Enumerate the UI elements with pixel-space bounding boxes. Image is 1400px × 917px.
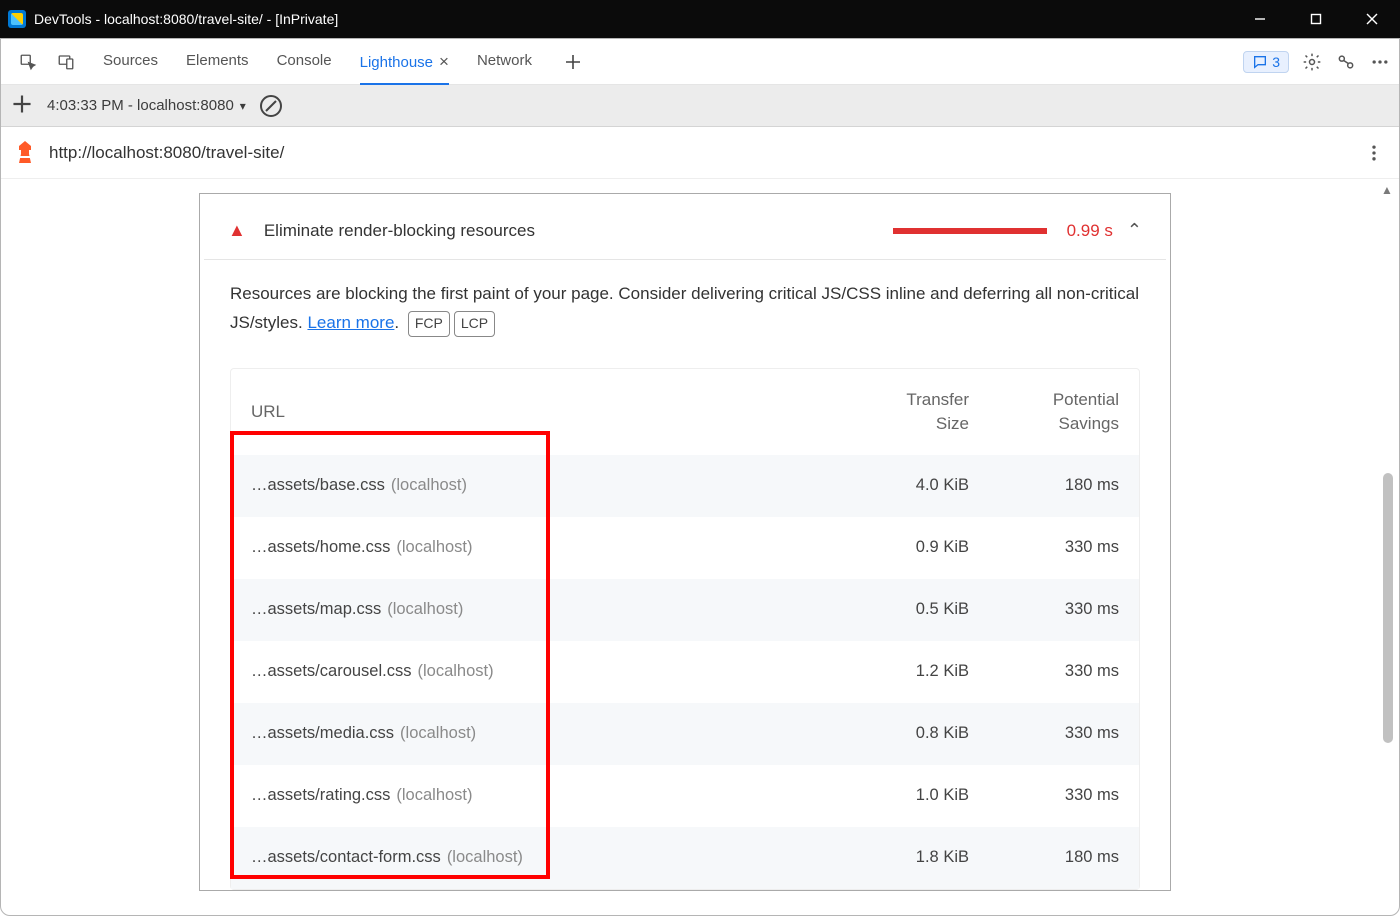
window-controls	[1232, 0, 1400, 38]
panel-tabs: Sources Elements Console Lighthouse× Network	[103, 40, 532, 84]
audit-description: Resources are blocking the first paint o…	[200, 260, 1170, 358]
metric-badge-fcp: FCP	[408, 311, 450, 337]
table-row[interactable]: …assets/media.css(localhost)0.8 KiB330 m…	[231, 703, 1139, 765]
tab-network[interactable]: Network	[477, 40, 532, 84]
tab-sources[interactable]: Sources	[103, 40, 158, 84]
lighthouse-logo-icon	[15, 141, 35, 165]
close-button[interactable]	[1344, 0, 1400, 38]
feedback-count: 3	[1272, 54, 1280, 70]
vertical-scrollbar[interactable]: ▲	[1377, 179, 1397, 915]
resource-url: …assets/rating.css(localhost)	[251, 786, 839, 805]
tab-console[interactable]: Console	[277, 40, 332, 84]
chevron-up-icon: ⌃	[1127, 220, 1142, 241]
device-toggle-icon[interactable]	[51, 47, 81, 77]
table-row[interactable]: …assets/home.css(localhost)0.9 KiB330 ms	[231, 517, 1139, 579]
transfer-size: 0.9 KiB	[839, 538, 969, 557]
scrollbar-thumb[interactable]	[1383, 473, 1393, 743]
window-title: DevTools - localhost:8080/travel-site/ -…	[34, 11, 338, 27]
table-row[interactable]: …assets/base.css(localhost)4.0 KiB180 ms	[231, 455, 1139, 517]
table-row[interactable]: …assets/rating.css(localhost)1.0 KiB330 …	[231, 765, 1139, 827]
col-potential-savings: PotentialSavings	[969, 388, 1119, 436]
transfer-size: 1.0 KiB	[839, 786, 969, 805]
audit-header[interactable]: ▲ Eliminate render-blocking resources 0.…	[200, 194, 1170, 259]
warning-triangle-icon: ▲	[228, 220, 246, 241]
transfer-size: 0.5 KiB	[839, 600, 969, 619]
potential-savings: 330 ms	[969, 600, 1119, 619]
audit-title: Eliminate render-blocking resources	[264, 221, 535, 241]
maximize-button[interactable]	[1288, 0, 1344, 38]
more-tabs-button[interactable]	[562, 51, 584, 73]
main-toolbar: Sources Elements Console Lighthouse× Network…	[1, 39, 1399, 85]
settings-icon[interactable]	[1301, 51, 1323, 73]
table-row[interactable]: …assets/contact-form.css(localhost)1.8 K…	[231, 827, 1139, 889]
transfer-size: 4.0 KiB	[839, 476, 969, 495]
tab-close-icon[interactable]: ×	[439, 52, 449, 71]
metric-badge-lcp: LCP	[454, 311, 495, 337]
report-menu-icon[interactable]	[1363, 142, 1385, 164]
minimize-button[interactable]	[1232, 0, 1288, 38]
scroll-up-arrow-icon[interactable]: ▲	[1381, 183, 1393, 195]
potential-savings: 330 ms	[969, 724, 1119, 743]
window-titlebar: DevTools - localhost:8080/travel-site/ -…	[0, 0, 1400, 38]
lighthouse-session-bar: 4:03:33 PM - localhost:8080 ▾	[1, 85, 1399, 127]
audit-table: URL TransferSize PotentialSavings …asset…	[230, 368, 1140, 890]
potential-savings: 330 ms	[969, 538, 1119, 557]
table-header: URL TransferSize PotentialSavings	[231, 369, 1139, 455]
potential-savings: 180 ms	[969, 848, 1119, 867]
tab-elements[interactable]: Elements	[186, 40, 249, 84]
inspect-element-icon[interactable]	[13, 47, 43, 77]
col-url: URL	[251, 402, 839, 422]
resource-url: …assets/carousel.css(localhost)	[251, 662, 839, 681]
potential-savings: 330 ms	[969, 662, 1119, 681]
audit-score-bar	[893, 228, 1047, 234]
potential-savings: 180 ms	[969, 476, 1119, 495]
resource-url: …assets/contact-form.css(localhost)	[251, 848, 839, 867]
transfer-size: 0.8 KiB	[839, 724, 969, 743]
activity-icon[interactable]	[1335, 51, 1357, 73]
table-row[interactable]: …assets/map.css(localhost)0.5 KiB330 ms	[231, 579, 1139, 641]
report-viewport: ▲ Eliminate render-blocking resources 0.…	[1, 179, 1399, 915]
audit-card: ▲ Eliminate render-blocking resources 0.…	[199, 193, 1171, 891]
overflow-menu-icon[interactable]	[1369, 51, 1391, 73]
report-selector[interactable]: 4:03:33 PM - localhost:8080 ▾	[47, 97, 246, 114]
dropdown-triangle-icon: ▾	[240, 99, 246, 113]
learn-more-link[interactable]: Learn more	[307, 313, 394, 332]
transfer-size: 1.8 KiB	[839, 848, 969, 867]
tab-lighthouse[interactable]: Lighthouse×	[360, 40, 449, 84]
audit-savings-time: 0.99 s	[1067, 221, 1113, 241]
report-url-bar: http://localhost:8080/travel-site/	[1, 127, 1399, 179]
resource-url: …assets/media.css(localhost)	[251, 724, 839, 743]
resource-url: …assets/home.css(localhost)	[251, 538, 839, 557]
col-transfer-size: TransferSize	[839, 388, 969, 436]
transfer-size: 1.2 KiB	[839, 662, 969, 681]
audited-url: http://localhost:8080/travel-site/	[49, 143, 284, 163]
table-row[interactable]: …assets/carousel.css(localhost)1.2 KiB33…	[231, 641, 1139, 703]
new-report-button[interactable]	[11, 93, 33, 119]
resource-url: …assets/map.css(localhost)	[251, 600, 839, 619]
clear-report-icon[interactable]	[260, 95, 282, 117]
resource-url: …assets/base.css(localhost)	[251, 476, 839, 495]
feedback-button[interactable]: 3	[1243, 51, 1289, 73]
devtools-app-icon	[8, 10, 26, 28]
potential-savings: 330 ms	[969, 786, 1119, 805]
